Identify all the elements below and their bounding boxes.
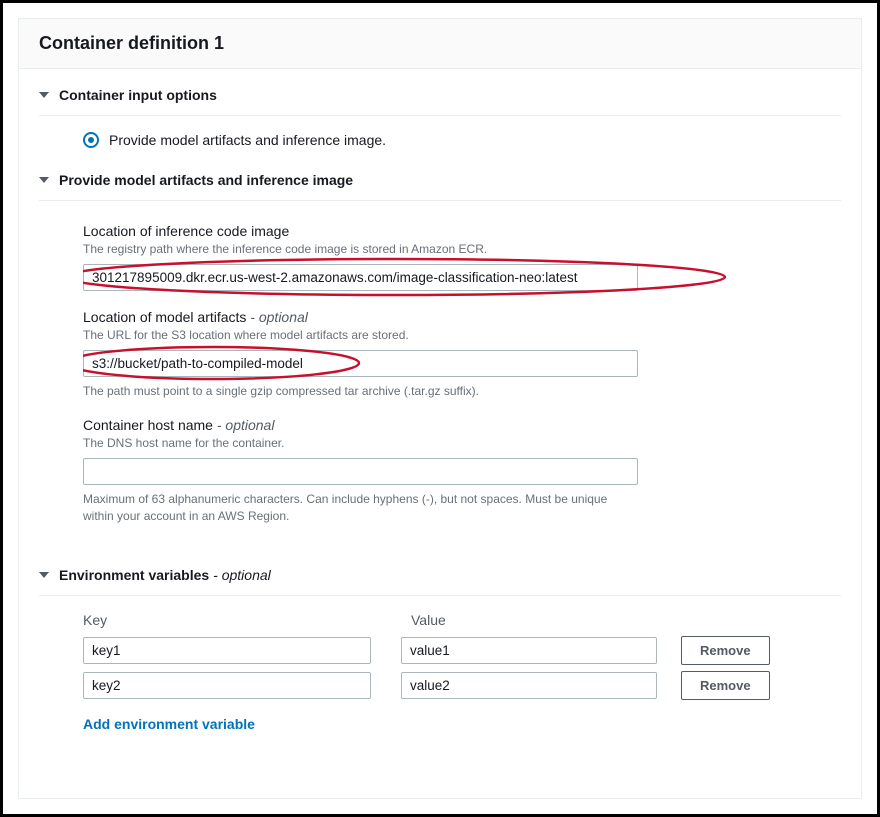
section-title: Container input options [59, 87, 217, 103]
env-row: Remove [83, 636, 841, 665]
env-value-input[interactable] [401, 672, 657, 699]
panel-header: Container definition 1 [19, 19, 861, 69]
radio-label: Provide model artifacts and inference im… [109, 132, 386, 148]
window-border: Container definition 1 Container input o… [0, 0, 880, 817]
chevron-down-icon [39, 572, 49, 578]
help-inference-image: The registry path where the inference co… [83, 241, 841, 258]
radio-icon [83, 132, 99, 148]
field-model-artifacts: Location of model artifacts - optional T… [83, 309, 841, 400]
input-inference-image[interactable] [83, 264, 638, 291]
help-container-hostname: The DNS host name for the container. [83, 435, 841, 452]
env-row: Remove [83, 671, 841, 700]
section-title: Environment variables [59, 567, 209, 583]
section-body-env: Key Value Remove Remove Add environment … [39, 596, 841, 740]
add-env-button[interactable]: Add environment variable [83, 716, 255, 732]
section-provide: Provide model artifacts and inference im… [19, 154, 861, 549]
after-container-hostname: Maximum of 63 alphanumeric characters. C… [83, 491, 638, 525]
label-model-artifacts: Location of model artifacts - optional [83, 309, 841, 325]
after-model-artifacts: The path must point to a single gzip com… [83, 383, 841, 400]
section-header-provide[interactable]: Provide model artifacts and inference im… [39, 168, 841, 201]
field-container-hostname: Container host name - optional The DNS h… [83, 417, 841, 524]
label-container-hostname: Container host name - optional [83, 417, 841, 433]
panel-title: Container definition 1 [39, 33, 224, 53]
section-input-options: Container input options Provide model ar… [19, 69, 861, 154]
label-inference-image: Location of inference code image [83, 223, 841, 239]
container-definition-panel: Container definition 1 Container input o… [18, 18, 862, 799]
radio-provide-artifacts[interactable]: Provide model artifacts and inference im… [83, 132, 841, 148]
section-body-input-options: Provide model artifacts and inference im… [39, 116, 841, 154]
section-body-provide: Location of inference code image The reg… [39, 201, 841, 549]
remove-button[interactable]: Remove [681, 636, 770, 665]
section-header-env[interactable]: Environment variables - optional [39, 563, 841, 596]
section-header-input-options[interactable]: Container input options [39, 83, 841, 116]
col-header-value: Value [411, 612, 667, 628]
env-key-input[interactable] [83, 637, 371, 664]
env-value-input[interactable] [401, 637, 657, 664]
env-key-input[interactable] [83, 672, 371, 699]
help-model-artifacts: The URL for the S3 location where model … [83, 327, 841, 344]
field-inference-image: Location of inference code image The reg… [83, 223, 841, 291]
chevron-down-icon [39, 177, 49, 183]
input-model-artifacts[interactable] [83, 350, 638, 377]
col-header-key: Key [83, 612, 371, 628]
section-env: Environment variables - optional Key Val… [19, 549, 861, 740]
optional-label: - optional [213, 567, 271, 583]
remove-button[interactable]: Remove [681, 671, 770, 700]
section-title: Provide model artifacts and inference im… [59, 172, 353, 188]
env-columns-header: Key Value [83, 612, 841, 628]
input-container-hostname[interactable] [83, 458, 638, 485]
chevron-down-icon [39, 92, 49, 98]
